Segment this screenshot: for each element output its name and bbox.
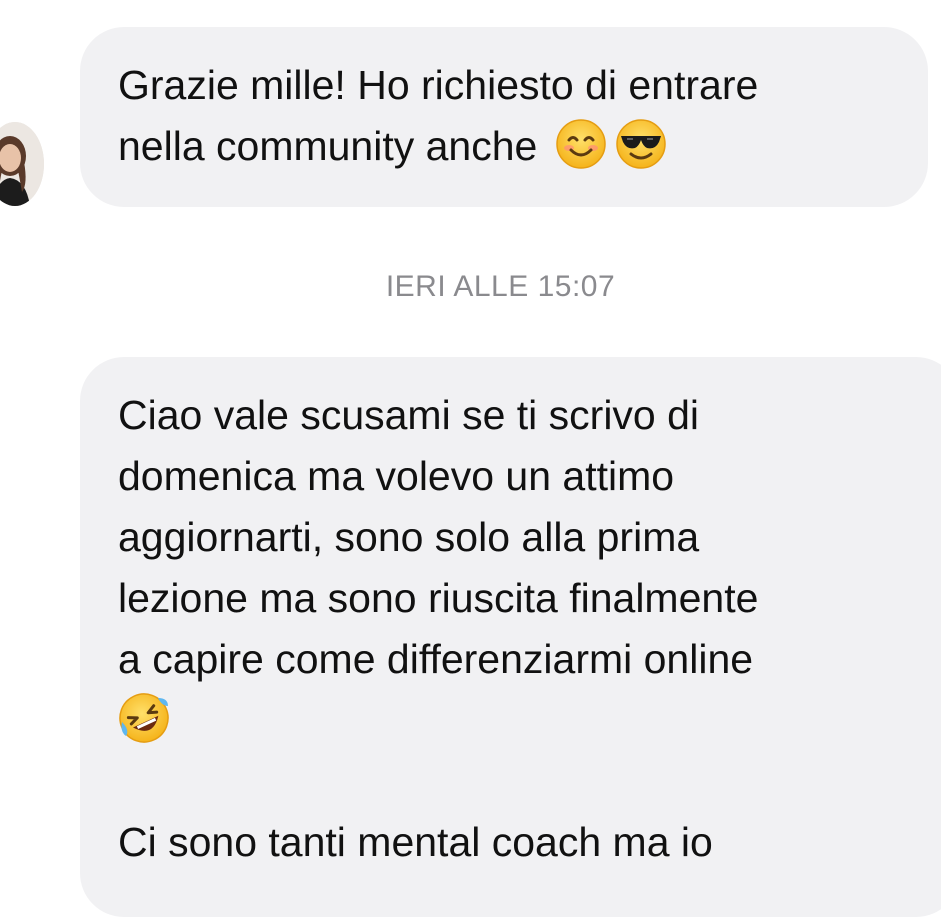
- message-line: lezione ma sono riuscita finalmente: [118, 575, 759, 621]
- contact-photo: [0, 122, 44, 206]
- message-line: aggiornarti, sono solo alla prima: [118, 514, 700, 560]
- rolling-laughing-face-icon: [118, 692, 170, 744]
- message-text: nella community anche: [118, 123, 538, 169]
- avatar[interactable]: [0, 122, 44, 206]
- message-bubble[interactable]: Ciao vale scusami se ti scrivo di domeni…: [80, 357, 941, 917]
- message-timestamp: IERI ALLE 15:07: [385, 270, 616, 303]
- emoji-line: [118, 690, 922, 751]
- message-line-with-emoji: nella community anche: [118, 116, 890, 177]
- message-line: Ciao vale scusami se ti scrivo di: [118, 392, 700, 438]
- message-line: Grazie mille! Ho richiesto di entrare: [118, 62, 759, 108]
- sunglasses-face-icon: [615, 118, 667, 170]
- message-line: a capire come differenziarmi online: [118, 636, 754, 682]
- message-line: domenica ma volevo un attimo: [118, 453, 675, 499]
- message-line: Ci sono tanti mental coach ma io: [118, 819, 713, 865]
- message-line-empty: [118, 751, 922, 812]
- message-bubble[interactable]: Grazie mille! Ho richiesto di entrare ne…: [80, 27, 928, 207]
- smiling-face-icon: [555, 118, 607, 170]
